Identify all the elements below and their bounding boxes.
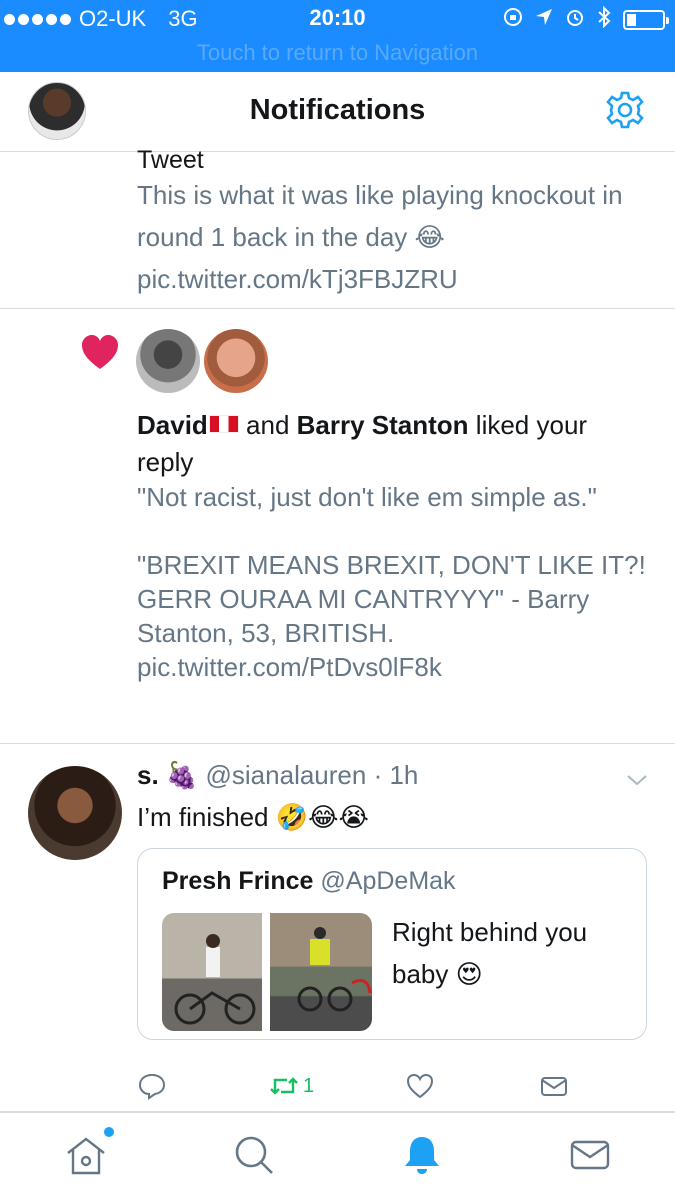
like-joiner: and: [238, 410, 297, 440]
notifications-icon: [405, 1137, 439, 1174]
battery-icon: [623, 10, 669, 30]
location-arrow-icon: [535, 8, 553, 32]
heart-icon: [80, 333, 120, 373]
reply-button[interactable]: [137, 1070, 167, 1102]
tab-home[interactable]: [64, 1127, 114, 1177]
return-to-navigation-banner[interactable]: Touch to return to Navigation: [0, 40, 675, 66]
quoted-author-name: Presh Frince: [162, 867, 314, 895]
chevron-down-icon[interactable]: [625, 768, 649, 792]
status-bar-right: [503, 5, 669, 34]
author-handle[interactable]: @sianalauren: [206, 760, 367, 790]
rotation-lock-icon: [503, 7, 523, 33]
envelope-icon: [541, 1077, 567, 1096]
quoted-tweet-header: Presh Frince @ApDeMak: [162, 867, 456, 896]
liker-avatar-barry[interactable]: [204, 329, 268, 393]
page-title: Notifications: [249, 94, 426, 126]
tweet-meta: s. 🍇 @sianalauren · 1h: [137, 760, 418, 791]
liker-avatar-david[interactable]: [136, 329, 200, 393]
like-summary: David and Barry Stanton liked your reply: [137, 407, 647, 481]
like-button[interactable]: [405, 1070, 435, 1102]
notification-label: Tweet: [137, 146, 204, 174]
retweet-icon: [270, 1077, 298, 1095]
quoted-author-handle: @ApDeMak: [320, 867, 456, 895]
quoted-tweet-text: Right behind you baby 😍: [392, 917, 588, 989]
retweet-count: 1: [303, 1074, 315, 1097]
author-avatar[interactable]: [28, 766, 122, 860]
status-bar: O2-UK 3G 20:10 Touch to return to Naviga…: [0, 0, 675, 72]
author-name[interactable]: s. 🍇: [137, 760, 198, 790]
messages-icon: [570, 1140, 610, 1170]
tweet-text: This is what it was like playing knockou…: [137, 180, 623, 294]
notification-like[interactable]: David and Barry Stanton liked your reply…: [0, 309, 675, 744]
new-content-indicator: [104, 1127, 114, 1137]
tab-notifications[interactable]: [400, 1133, 444, 1177]
bluetooth-icon: [597, 5, 611, 34]
reply-icon: [138, 1073, 166, 1100]
direct-message-button[interactable]: [539, 1070, 569, 1102]
heart-outline-icon: [406, 1073, 434, 1099]
peru-flag-icon: [208, 415, 239, 433]
tweet-text: I’m finished 🤣😂😭: [137, 802, 369, 832]
retweet-button[interactable]: 1: [269, 1070, 314, 1102]
gear-icon[interactable]: [605, 90, 645, 130]
quoted-image-1[interactable]: [162, 913, 262, 1031]
tweet-actions: 1: [137, 1070, 647, 1104]
home-icon: [67, 1137, 105, 1175]
search-icon: [235, 1136, 273, 1174]
quoted-tweet-card[interactable]: Presh Frince @ApDeMak Right behind you b…: [137, 848, 647, 1040]
tweet-time: 1h: [389, 760, 419, 790]
liker-name-2[interactable]: Barry Stanton: [297, 410, 469, 440]
quoted-image-2[interactable]: [270, 913, 372, 1031]
tab-search[interactable]: [232, 1133, 276, 1177]
tab-bar: [0, 1112, 675, 1200]
tab-messages[interactable]: [568, 1133, 612, 1177]
notification-quote-tweet[interactable]: s. 🍇 @sianalauren · 1h I’m finished 🤣😂😭 …: [0, 744, 675, 1112]
liked-reply-text: "Not racist, just don't like em simple a…: [137, 482, 646, 682]
notification-tweet[interactable]: Tweet This is what it was like playing k…: [0, 146, 675, 309]
app-header: Notifications: [0, 72, 675, 152]
meta-separator: ·: [366, 760, 390, 790]
liker-name-1[interactable]: David: [137, 410, 208, 440]
alarm-icon: [565, 7, 585, 33]
